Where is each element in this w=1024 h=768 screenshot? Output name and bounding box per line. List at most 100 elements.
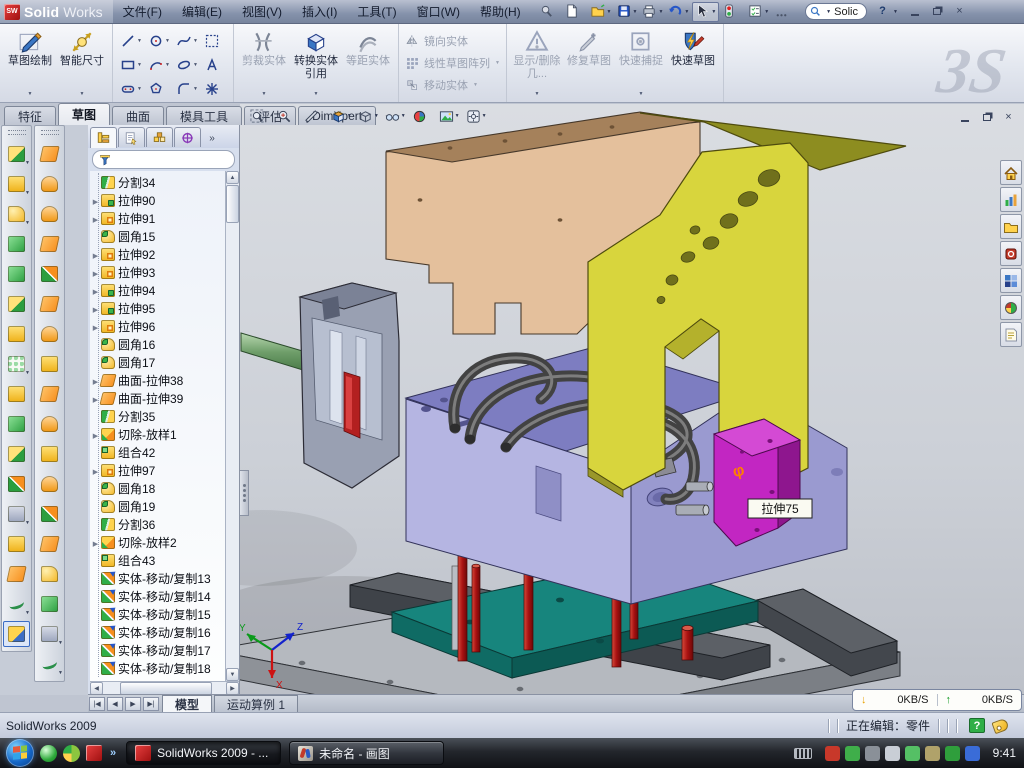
surface-tool-button[interactable]: ▼ [36,441,63,467]
expand-arrow-icon[interactable] [90,427,101,441]
toolbar-button[interactable]: ▼ [746,2,771,22]
feature-tree-item[interactable]: 实体-移动/复制15 [90,605,225,623]
view-tool-button[interactable]: ▼ [302,107,327,125]
feature-tool-button[interactable]: ▼ [3,351,30,377]
feature-tool-button[interactable]: ▼ [3,531,30,557]
feature-tool-button[interactable]: ▼ [3,621,30,647]
surface-tool-button[interactable]: ▼ [36,171,63,197]
ribbon-button[interactable]: 移动实体 ▼ [401,75,482,95]
feature-tree-item[interactable]: 拉伸96 [90,317,225,335]
feature-tool-button[interactable]: ▼ [3,591,30,617]
surface-tool-button[interactable]: ▼ [36,261,63,287]
tree-horizontal-scrollbar[interactable]: ◀ ▶ [90,681,239,695]
surface-tool-button[interactable]: ▼ [36,141,63,167]
expand-arrow-icon[interactable] [90,535,101,549]
tray-icon[interactable] [865,746,880,761]
minimize-button[interactable] [906,4,925,19]
search-caret-icon[interactable]: ▼ [826,9,831,15]
sketch-entity-button[interactable]: ▼ [145,77,173,101]
expand-arrow-icon[interactable] [90,265,101,279]
menu-item[interactable]: 编辑(E) [172,0,232,24]
view-tool-button[interactable]: ▼ [329,107,354,125]
view-tool-button[interactable]: ▼ [464,107,489,125]
graphics-area[interactable]: φ 拉伸75 Y Z X [240,104,1024,697]
help-button[interactable]: ? [873,4,892,19]
menu-item[interactable]: 窗口(W) [407,0,470,24]
surface-tool-button[interactable]: ▼ [36,381,63,407]
feature-tool-button[interactable]: ▼ [3,411,30,437]
solidworks-shortcut-icon[interactable] [86,745,102,761]
sketch-entity-button[interactable]: ▼ [173,77,201,101]
task-pane-button[interactable] [1000,214,1022,239]
expand-arrow-icon[interactable] [90,193,101,207]
expand-arrow-icon[interactable] [90,247,101,261]
sketch-entity-button[interactable]: ▼ [117,29,145,53]
tray-icon[interactable] [885,746,900,761]
toolbar-button[interactable]: ▼ [615,2,640,22]
scroll-thumb[interactable] [226,185,239,223]
feature-tree-item[interactable]: 实体-移动/复制13 [90,569,225,587]
surface-tool-button[interactable]: ▼ [36,201,63,227]
expand-arrow-icon[interactable] [90,211,101,225]
panel-tab[interactable] [118,127,145,147]
feature-tool-button[interactable]: ▼ [3,441,30,467]
feature-tool-button[interactable]: ▼ [3,381,30,407]
keyboard-layout-icon[interactable] [794,748,812,759]
start-button[interactable] [6,739,34,767]
feature-tree-item[interactable]: 组合43 [90,551,225,569]
toolbar-button[interactable]: ▼ [640,2,665,22]
tab-scroll-next-button[interactable]: ▶ [125,697,141,711]
ribbon-button[interactable]: 草图绘制 ▼ [4,27,56,99]
view-tool-button[interactable]: ▼ [275,107,300,125]
expand-arrow-icon[interactable] [90,319,101,333]
feature-tool-button[interactable]: ▼ [3,141,30,167]
feature-tree-item[interactable]: 圆角19 [90,497,225,515]
sketch-entity-button[interactable]: ▼ [145,29,173,53]
feature-tool-button[interactable]: ▼ [3,261,30,287]
tray-icon[interactable] [825,746,840,761]
task-pane-button[interactable] [1000,187,1022,212]
help-caret-icon[interactable]: ▼ [893,9,898,15]
feature-tool-button[interactable]: ▼ [3,231,30,257]
view-tool-button[interactable]: ▼ [383,107,408,125]
feature-tree-item[interactable]: 切除-放样1 [90,425,225,443]
feature-tree-item[interactable]: 实体-移动/复制16 [90,623,225,641]
task-pane-button[interactable] [1000,268,1022,293]
ribbon-button[interactable]: 线性草图阵列 ▼ [401,53,504,73]
toolbar-button[interactable]: ▼ [537,2,562,22]
menu-item[interactable]: 文件(F) [113,0,172,24]
task-pane-button[interactable] [1000,295,1022,320]
toolbar-button[interactable]: ▼ [589,2,614,22]
sketch-entity-button[interactable]: ▼ [173,29,201,53]
tray-icon[interactable] [965,746,980,761]
quick-launch-chevron[interactable]: » [110,747,116,759]
tree-filter-box[interactable] [92,150,235,169]
feature-tree-item[interactable]: 圆角17 [90,353,225,371]
feature-tree-item[interactable]: 圆角18 [90,479,225,497]
tab-scroll-first-button[interactable]: |◀ [89,697,105,711]
scroll-down-button[interactable]: ▼ [226,668,239,681]
view-tool-button[interactable]: ▼ [410,107,435,125]
ribbon-button[interactable]: 快速草图 ▼ [667,27,719,99]
toolbar-button[interactable]: ▼ [692,2,719,22]
tray-icon[interactable] [905,746,920,761]
document-tab[interactable]: 运动算例 1 [214,695,298,712]
toolbar-button[interactable]: ▼ [563,2,588,22]
tag-icon[interactable] [991,717,1009,733]
tab-scroll-last-button[interactable]: ▶| [143,697,159,711]
feature-tree-item[interactable]: 实体-移动/复制17 [90,641,225,659]
close-button[interactable]: × [950,4,969,19]
feature-tool-button[interactable]: ▼ [3,561,30,587]
tab-scroll-prev-button[interactable]: ◀ [107,697,123,711]
feature-tree-item[interactable]: 拉伸92 [90,245,225,263]
feature-tree-item[interactable]: 圆角16 [90,335,225,353]
ribbon-button[interactable]: 快速捕捉 ▼ [615,27,667,99]
sketch-entity-button[interactable]: ▼ [117,77,145,101]
expand-arrow-icon[interactable] [90,301,101,315]
sketch-entity-button[interactable]: ▼ [145,53,173,77]
feature-tree-item[interactable]: 实体-移动/复制18 [90,659,225,677]
feature-tree-item[interactable]: 分割35 [90,407,225,425]
search-box[interactable]: ▼ Solic [805,3,867,20]
view-tool-button[interactable]: ▼ [437,107,462,125]
toolbar-button[interactable]: ▼ [772,2,797,22]
